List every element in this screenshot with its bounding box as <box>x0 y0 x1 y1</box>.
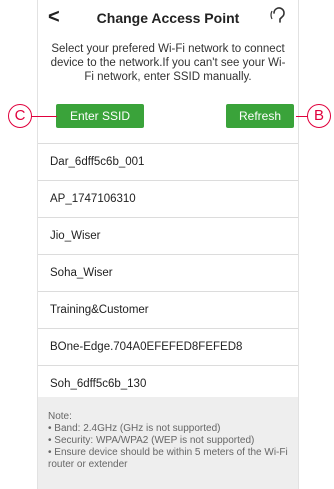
note-heading: Note: <box>48 411 72 422</box>
refresh-button[interactable]: Refresh <box>226 104 294 128</box>
network-list: Dar_6dff5c6b_001 AP_1747106310 Jio_Wiser… <box>38 144 298 403</box>
network-item[interactable]: Jio_Wiser <box>38 218 298 255</box>
callout-c-line <box>31 116 57 117</box>
network-item[interactable]: Training&Customer <box>38 292 298 329</box>
header-bar: < Change Access Point <box>38 0 298 36</box>
note-line: • Ensure device should be within 5 meter… <box>48 447 288 470</box>
callout-c-marker: C <box>8 104 32 128</box>
callout-b-marker: B <box>307 104 331 128</box>
page-title: Change Access Point <box>96 10 240 26</box>
network-item[interactable]: AP_1747106310 <box>38 181 298 218</box>
note-line: • Security: WPA/WPA2 (WEP is not support… <box>48 435 255 446</box>
note-panel: Note: • Band: 2.4GHz (GHz is not support… <box>38 397 298 489</box>
instruction-text: Select your prefered Wi-Fi network to co… <box>50 43 286 83</box>
note-line: • Band: 2.4GHz (GHz is not supported) <box>48 423 221 434</box>
network-item[interactable]: BOne-Edge.704A0EFEFED8FEFED8 <box>38 329 298 366</box>
help-icon[interactable] <box>268 5 290 27</box>
network-item[interactable]: Soha_Wiser <box>38 255 298 292</box>
enter-ssid-button[interactable]: Enter SSID <box>56 104 144 128</box>
phone-screen: < Change Access Point Select your prefer… <box>37 0 299 489</box>
network-item[interactable]: Dar_6dff5c6b_001 <box>38 144 298 181</box>
